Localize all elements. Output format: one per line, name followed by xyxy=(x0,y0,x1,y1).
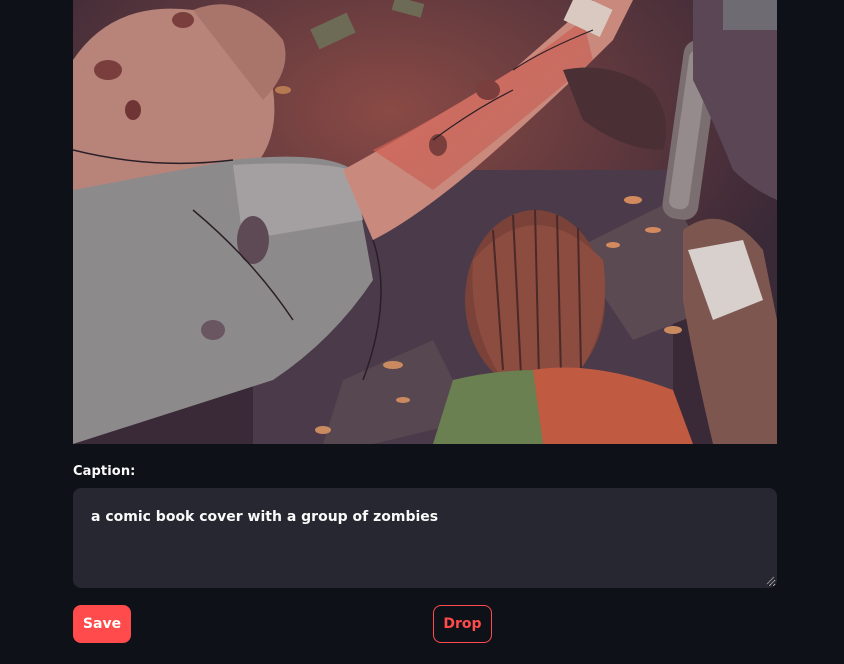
caption-input[interactable]: a comic book cover with a group of zombi… xyxy=(73,488,777,588)
comic-illustration xyxy=(73,0,777,444)
drop-button[interactable]: Drop xyxy=(433,605,492,643)
comic-cover-image xyxy=(73,0,777,444)
save-button[interactable]: Save xyxy=(73,605,131,643)
resize-handle-icon[interactable] xyxy=(765,575,775,585)
caption-review-page: Caption: a comic book cover with a group… xyxy=(0,0,844,664)
caption-label: Caption: xyxy=(73,464,136,479)
